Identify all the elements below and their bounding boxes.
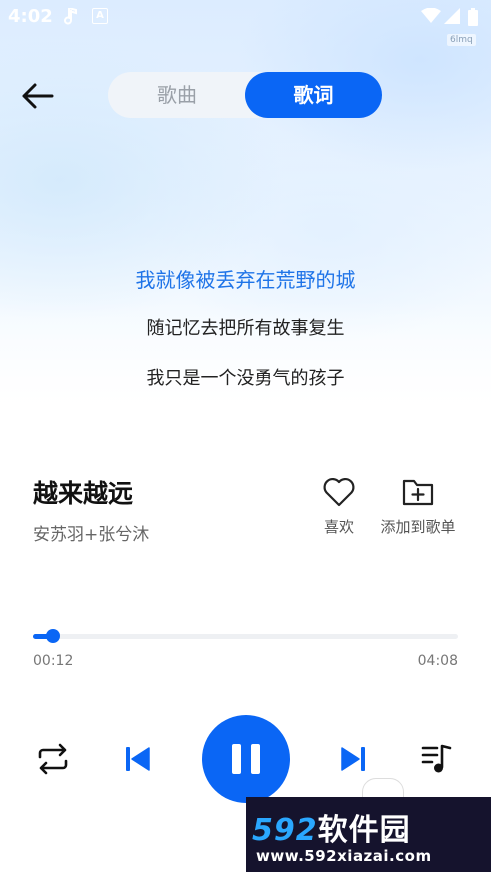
- app-notification-icon: A: [92, 8, 108, 24]
- next-button[interactable]: [337, 744, 369, 778]
- heart-icon: [323, 477, 355, 507]
- watermark-logo: 592软件园: [252, 805, 411, 849]
- watermark-banner: 592软件园 www.592xiazai.com: [246, 797, 491, 872]
- watermark-logo-text: 软件园: [317, 813, 411, 848]
- repeat-button[interactable]: [34, 743, 72, 779]
- arrow-left-icon: [22, 83, 54, 109]
- pause-button[interactable]: [202, 715, 290, 803]
- song-title: 越来越远: [33, 479, 134, 508]
- add-label: 添加到歌单: [380, 518, 456, 536]
- playlist-icon: [421, 744, 452, 773]
- skip-next-icon: [341, 747, 365, 771]
- battery-icon: [468, 8, 478, 30]
- previous-button[interactable]: [122, 744, 154, 778]
- signal-icon: [444, 8, 460, 28]
- lyric-line[interactable]: 随记忆去把所有故事复生: [0, 314, 491, 340]
- repeat-icon: [38, 743, 68, 775]
- current-time: 00:12: [33, 653, 74, 669]
- lyric-line[interactable]: 我只是一个没勇气的孩子: [0, 364, 491, 390]
- music-note-icon: [62, 6, 78, 30]
- status-tag: 6lmq: [447, 34, 476, 46]
- watermark-url: www.592xiazai.com: [256, 847, 432, 865]
- folder-add-icon: [402, 479, 434, 506]
- playlist-button[interactable]: [420, 743, 454, 779]
- add-to-playlist-button[interactable]: 添加到歌单: [372, 476, 464, 537]
- song-artist[interactable]: 安苏羽+张兮沐: [33, 520, 149, 545]
- watermark-logo-number: 592: [252, 813, 318, 848]
- like-button[interactable]: 喜欢: [314, 476, 364, 537]
- progress-thumb[interactable]: [46, 629, 61, 643]
- like-label: 喜欢: [323, 518, 354, 536]
- lyric-line-current[interactable]: 我就像被丢弃在荒野的城: [0, 264, 491, 293]
- status-time: 4:02: [8, 6, 53, 27]
- wifi-icon: [421, 7, 441, 28]
- total-time: 04:08: [417, 653, 458, 669]
- view-toggle: 歌曲 歌词: [108, 72, 382, 118]
- progress-bar[interactable]: [33, 629, 458, 643]
- skip-previous-icon: [126, 747, 150, 771]
- status-bar: 4:02 A 6lmq: [0, 0, 491, 46]
- pause-icon: [232, 744, 260, 774]
- tab-lyrics[interactable]: 歌词: [245, 72, 382, 118]
- tab-song[interactable]: 歌曲: [108, 72, 246, 118]
- back-button[interactable]: [20, 78, 56, 114]
